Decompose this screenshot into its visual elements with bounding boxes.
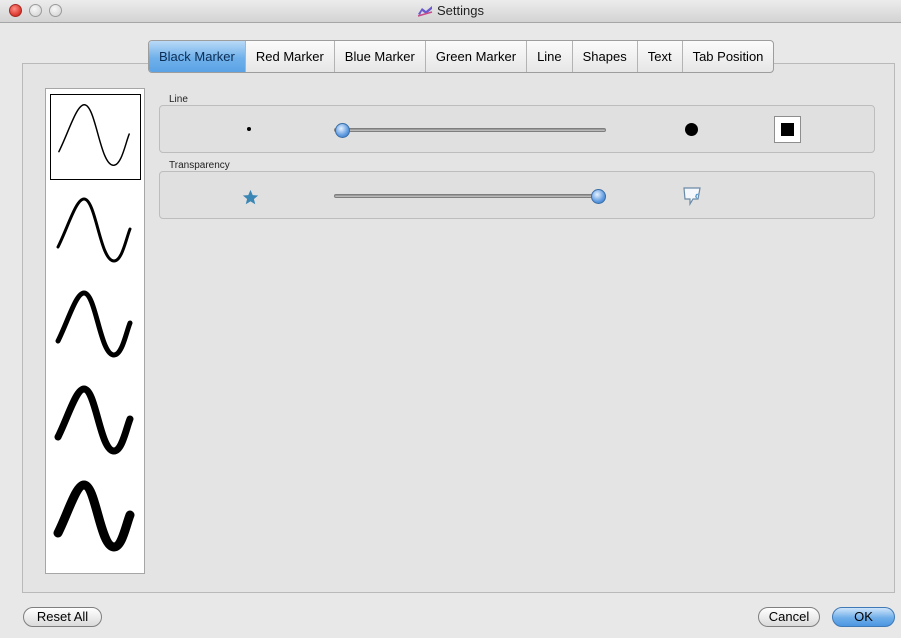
color-swatch <box>781 123 794 136</box>
tab-line[interactable]: Line <box>527 41 573 72</box>
tab-shapes[interactable]: Shapes <box>573 41 638 72</box>
tab-bar: Black Marker Red Marker Blue Marker Green M… <box>148 40 775 73</box>
title-bar: Settings <box>0 0 901 23</box>
stroke-preview-curve <box>56 197 132 263</box>
stroke-preview-item[interactable] <box>50 379 141 465</box>
app-icon <box>417 6 433 17</box>
tab-text[interactable]: Text <box>638 41 683 72</box>
tab-tab-position[interactable]: Tab Position <box>683 41 774 72</box>
window-title: Settings <box>437 3 484 18</box>
stroke-preview-item[interactable] <box>50 283 141 369</box>
star-icon <box>242 189 259 205</box>
transparency-group-label: Transparency <box>169 160 230 171</box>
stroke-preview-item[interactable] <box>50 94 141 180</box>
stroke-preview-list[interactable] <box>45 88 145 574</box>
reset-all-button[interactable]: Reset All <box>23 607 102 627</box>
line-width-slider-knob[interactable] <box>335 123 351 138</box>
stroke-preview-item[interactable] <box>50 475 141 561</box>
transparency-slider-track[interactable] <box>334 194 606 198</box>
stroke-preview-item[interactable] <box>50 189 141 275</box>
thin-line-icon <box>247 127 251 131</box>
window-title-wrap: Settings <box>0 3 901 18</box>
tab-green-marker[interactable]: Green Marker <box>426 41 528 72</box>
line-group-label: Line <box>169 94 188 105</box>
line-width-slider-track[interactable] <box>334 128 606 132</box>
transparency-group <box>159 171 875 219</box>
transparent-star-icon <box>683 187 701 206</box>
cancel-button[interactable]: Cancel <box>758 607 820 627</box>
stroke-preview-curve <box>58 104 130 167</box>
tab-blue-marker[interactable]: Blue Marker <box>335 41 426 72</box>
stroke-preview-curve <box>55 290 133 358</box>
color-picker-button[interactable] <box>774 116 801 143</box>
tab-red-marker[interactable]: Red Marker <box>246 41 335 72</box>
thick-line-icon <box>685 123 698 136</box>
stroke-preview-curve <box>54 385 134 455</box>
tab-black-marker[interactable]: Black Marker <box>149 41 246 72</box>
transparency-slider-knob[interactable] <box>590 189 606 204</box>
ok-button[interactable]: OK <box>832 607 895 627</box>
line-group <box>159 105 875 153</box>
stroke-preview-curve <box>53 480 135 552</box>
